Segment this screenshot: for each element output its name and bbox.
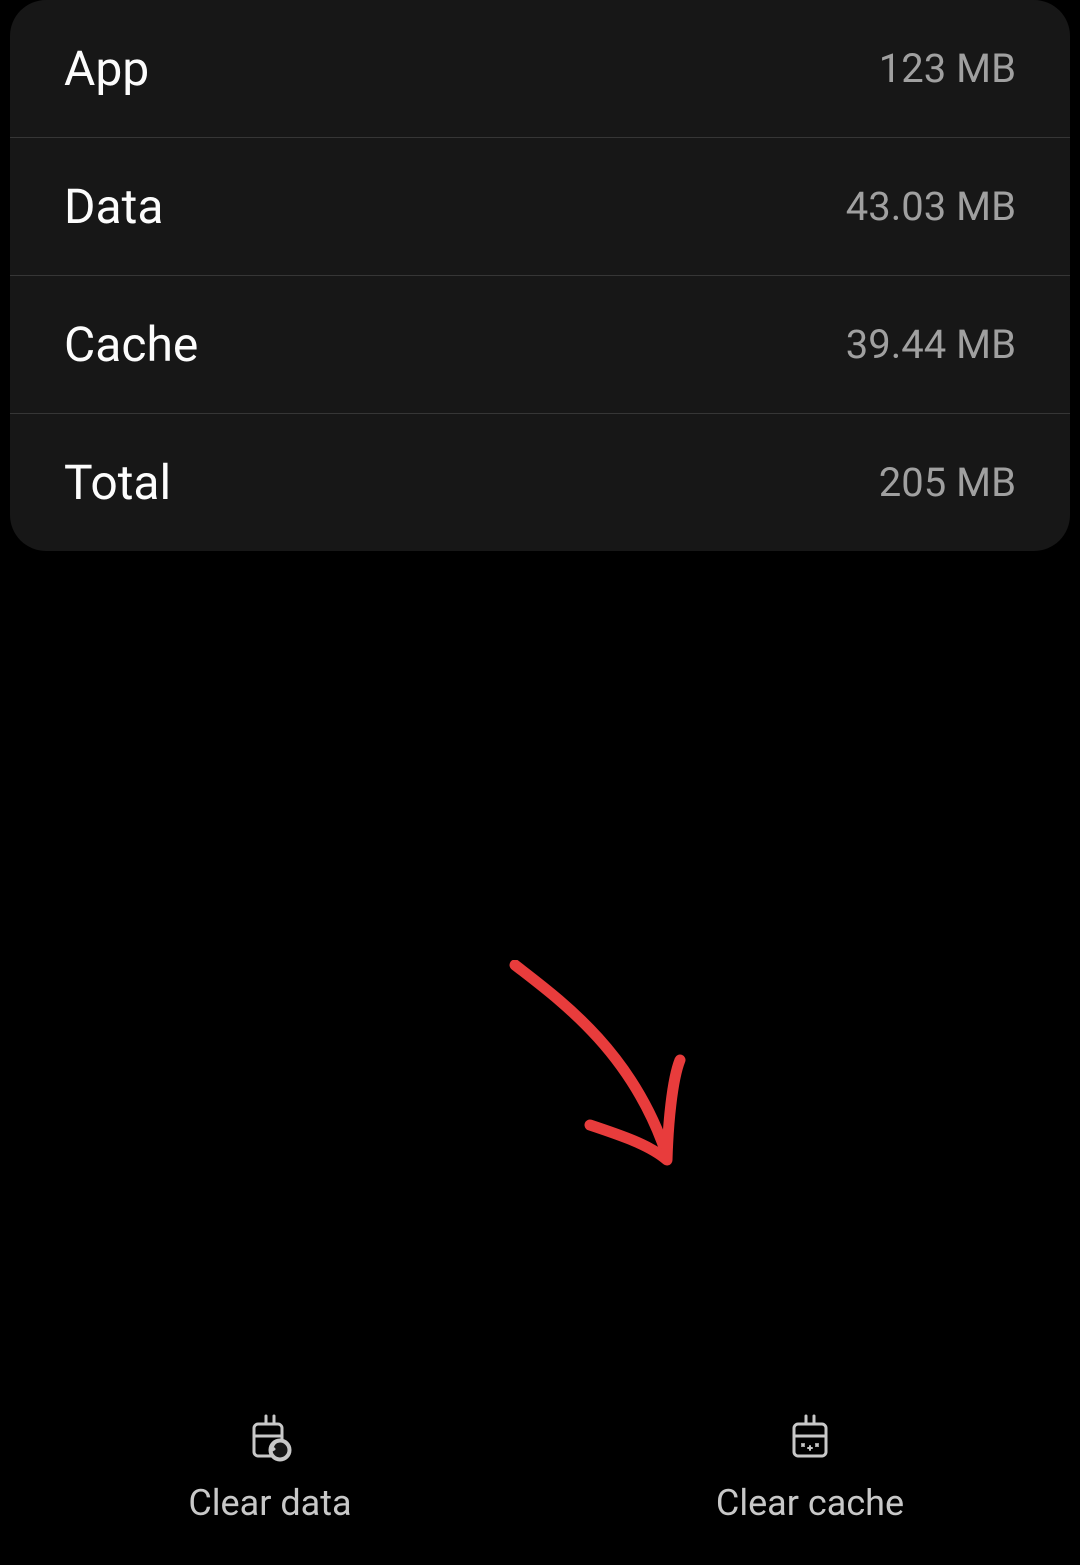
clear-cache-button[interactable]: Clear cache — [540, 1365, 1080, 1565]
storage-label-app: App — [64, 40, 149, 97]
storage-card: App 123 MB Data 43.03 MB Cache 39.44 MB … — [10, 0, 1070, 551]
clear-cache-label: Clear cache — [716, 1482, 904, 1524]
storage-label-data: Data — [64, 178, 163, 235]
storage-value-data: 43.03 MB — [846, 183, 1016, 230]
storage-row-app: App 123 MB — [10, 0, 1070, 138]
clear-data-label: Clear data — [188, 1482, 351, 1524]
storage-value-app: 123 MB — [879, 45, 1016, 92]
clear-cache-icon — [780, 1406, 840, 1466]
clear-data-button[interactable]: Clear data — [0, 1365, 540, 1565]
storage-row-data: Data 43.03 MB — [10, 138, 1070, 276]
storage-label-cache: Cache — [64, 316, 198, 373]
storage-value-cache: 39.44 MB — [846, 321, 1016, 368]
storage-row-total: Total 205 MB — [10, 414, 1070, 551]
storage-label-total: Total — [64, 454, 171, 511]
storage-value-total: 205 MB — [879, 459, 1016, 506]
annotation-arrow-icon — [500, 960, 740, 1200]
bottom-actions: Clear data Clear cache — [0, 1365, 1080, 1565]
storage-row-cache: Cache 39.44 MB — [10, 276, 1070, 414]
clear-data-icon — [240, 1406, 300, 1466]
